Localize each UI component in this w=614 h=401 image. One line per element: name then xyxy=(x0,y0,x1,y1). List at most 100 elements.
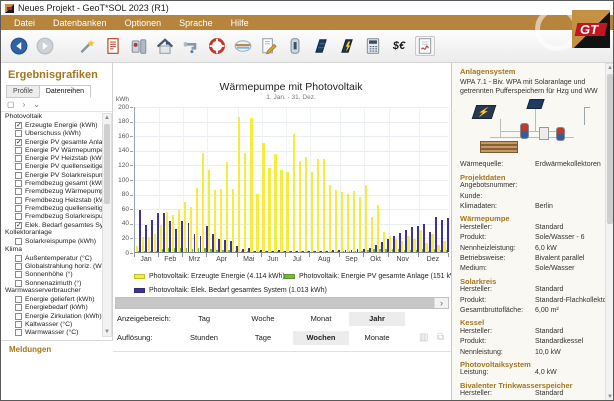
dhw-tap-icon[interactable] xyxy=(181,36,201,56)
scroll-up-icon[interactable]: ▲ xyxy=(606,64,614,72)
tree-item[interactable]: Elek. Bedarf gesamtes Syst xyxy=(1,221,102,229)
photovoltaic-icon[interactable] xyxy=(337,36,357,56)
tree-scrollbar-thumb[interactable] xyxy=(104,124,110,204)
report-icon[interactable] xyxy=(103,36,123,56)
tree-item[interactable]: Fremdbezug quellenseitige xyxy=(1,204,102,212)
menu-item[interactable]: Datei xyxy=(5,17,44,29)
tree-group[interactable]: Warmwasserverbraucher xyxy=(1,287,102,295)
tree-item[interactable]: Solarkreispumpe (kWh) xyxy=(1,237,102,245)
building-icon[interactable] xyxy=(155,36,175,56)
checkbox[interactable] xyxy=(15,222,22,229)
solar-collector-icon[interactable] xyxy=(311,36,331,56)
scroll-down-icon[interactable]: ▼ xyxy=(103,328,111,336)
checkbox[interactable] xyxy=(15,205,22,212)
collapse-all-button[interactable]: ⌄ xyxy=(33,101,40,109)
tree-item[interactable]: Fremdbezug gesamt (kWh) xyxy=(1,179,102,187)
tree-item[interactable]: Warmwasser (°C) xyxy=(1,329,102,337)
menu-item[interactable]: Sprache xyxy=(170,17,222,29)
tree-item[interactable]: Energie PV Wärmepumpe ( xyxy=(1,146,102,154)
range-option[interactable]: Monat xyxy=(293,312,349,326)
heat-source-icon[interactable] xyxy=(233,36,253,56)
back-button[interactable] xyxy=(9,36,29,56)
scroll-up-icon[interactable]: ▲ xyxy=(103,114,111,122)
tree-item[interactable]: Erzeugte Energie (kWh) xyxy=(1,121,102,129)
storage-tank-icon[interactable] xyxy=(285,36,305,56)
range-option[interactable]: Woche xyxy=(235,312,291,326)
scroll-down-icon[interactable]: ▼ xyxy=(606,393,614,401)
heating-circuit-icon[interactable] xyxy=(207,36,227,56)
checkbox[interactable] xyxy=(15,147,22,154)
menu-item[interactable]: Optionen xyxy=(116,17,171,29)
range-option[interactable]: Jahr xyxy=(349,312,405,326)
wizard-icon[interactable] xyxy=(77,36,97,56)
checkbox[interactable] xyxy=(15,180,22,187)
checkbox[interactable] xyxy=(15,197,22,204)
tree-item[interactable]: Fremdbezug Solarkreispu xyxy=(1,213,102,221)
tab-datenreihen[interactable]: Datenreihen xyxy=(39,85,91,98)
save-chart-button[interactable]: ▥ xyxy=(419,332,428,344)
tree-group[interactable]: Photovoltaik xyxy=(1,113,102,121)
checkbox[interactable] xyxy=(15,263,22,270)
tree-item[interactable]: Energie geliefert (kWh) xyxy=(1,296,102,304)
menu-item[interactable]: Datenbanken xyxy=(44,17,116,29)
resolution-option[interactable]: Wochen xyxy=(293,331,349,345)
checkbox[interactable] xyxy=(15,238,22,245)
checkbox[interactable] xyxy=(15,139,22,146)
tree-item[interactable]: Kaltwasser (°C) xyxy=(1,320,102,328)
select-boxes-button[interactable]: ▢ xyxy=(7,101,15,109)
tree-item[interactable]: Überschuss (kWh) xyxy=(1,130,102,138)
checkbox[interactable] xyxy=(15,188,22,195)
resolution-option[interactable]: Monate xyxy=(349,331,405,345)
checkbox[interactable] xyxy=(15,213,22,220)
tab-profile[interactable]: Profile xyxy=(6,85,39,98)
forward-button[interactable] xyxy=(35,36,55,56)
tree-item[interactable]: Außentemperatur (°C) xyxy=(1,254,102,262)
resolution-option[interactable]: Tage xyxy=(235,331,291,345)
checkbox[interactable] xyxy=(15,255,22,262)
tree-item[interactable]: Globalstrahlung horiz. (Wh xyxy=(1,262,102,270)
checkbox[interactable] xyxy=(15,321,22,328)
checkbox[interactable] xyxy=(15,271,22,278)
tariffs-icon[interactable]: $€ xyxy=(389,36,409,56)
checkbox[interactable] xyxy=(15,155,22,162)
tree-item[interactable]: Energie PV Heizstab (kWh) xyxy=(1,154,102,162)
system-scrollbar-thumb[interactable] xyxy=(607,74,613,224)
checkbox[interactable] xyxy=(15,280,22,287)
checkbox[interactable] xyxy=(15,329,22,336)
menu-item[interactable]: Hilfe xyxy=(222,17,258,29)
resolution-option[interactable]: Stunden xyxy=(176,331,232,345)
checkbox[interactable] xyxy=(15,304,22,311)
tree-group[interactable]: Klima xyxy=(1,246,102,254)
checkbox[interactable] xyxy=(15,122,22,129)
tree-item[interactable]: Energie PV gesamte Anlag xyxy=(1,138,102,146)
checkbox[interactable] xyxy=(15,130,22,137)
system-panel-scrollbar[interactable]: ▲ ▼ xyxy=(605,63,614,401)
checkbox[interactable] xyxy=(15,313,22,320)
chart-horizontal-scrollbar[interactable]: › xyxy=(115,297,449,309)
copy-chart-button[interactable]: ⧉ xyxy=(437,332,444,344)
tree-item[interactable]: Energie PV quellenseitige xyxy=(1,163,102,171)
tree-item[interactable]: Fremdbezug Heizstab (kW xyxy=(1,196,102,204)
calculator-icon[interactable] xyxy=(363,36,383,56)
checkbox[interactable] xyxy=(15,296,22,303)
pdf-report-icon[interactable] xyxy=(415,36,435,56)
tree-item[interactable]: Sonnenhöhe (°) xyxy=(1,271,102,279)
bar-pv-erzeugt xyxy=(244,153,246,252)
tree-item[interactable]: Fremdbezug Wärmepump xyxy=(1,188,102,196)
tree-item-label: Überschuss (kWh) xyxy=(25,130,81,137)
checkbox[interactable] xyxy=(15,172,22,179)
expand-all-button[interactable]: › xyxy=(23,101,26,109)
bar-pv-erzeugt xyxy=(250,118,252,252)
checkbox[interactable] xyxy=(15,163,22,170)
tree-item[interactable]: Energie Zirkulation (kWh) xyxy=(1,312,102,320)
heat-pump-icon[interactable] xyxy=(129,36,149,56)
tree-scrollbar[interactable]: ▲ ▼ xyxy=(102,113,112,337)
parameters-icon[interactable] xyxy=(259,36,279,56)
scrollbar-thumb[interactable] xyxy=(116,298,434,308)
tree-group[interactable]: Kollektoranlage xyxy=(1,229,102,237)
range-option[interactable]: Tag xyxy=(176,312,232,326)
tree-item[interactable]: Energiebedarf (kWh) xyxy=(1,304,102,312)
scroll-right-icon[interactable]: › xyxy=(435,298,448,308)
tree-item[interactable]: Sonnenazimuth (°) xyxy=(1,279,102,287)
tree-item[interactable]: Energie PV Solarkreispump xyxy=(1,171,102,179)
